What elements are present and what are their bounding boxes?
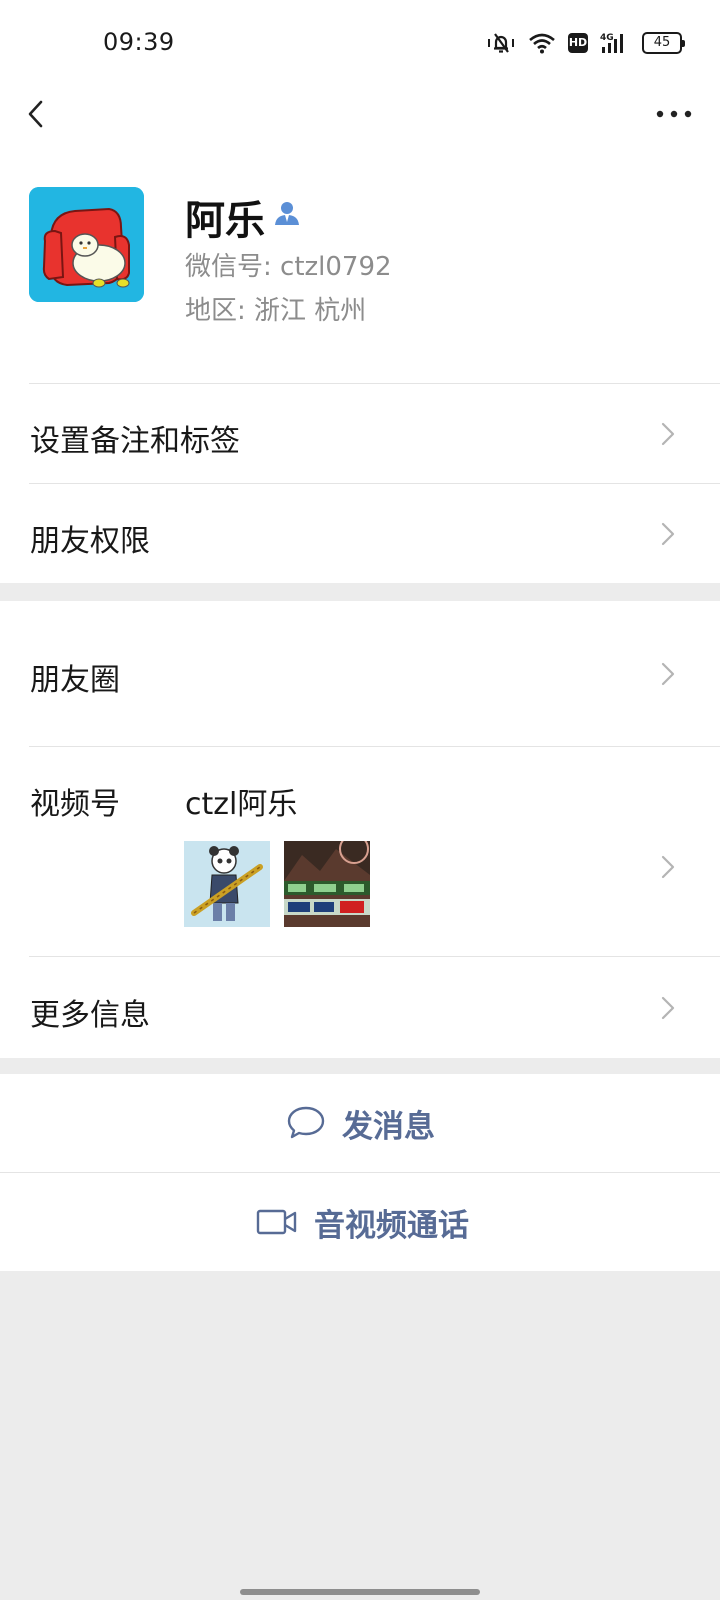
profile-name: 阿乐: [185, 198, 265, 244]
send-message-button[interactable]: 发消息: [0, 1074, 720, 1172]
chevron-right-icon: [661, 855, 675, 879]
chevron-right-icon: [661, 662, 675, 686]
row-label: 设置备注和标签: [30, 424, 240, 459]
video-camera-icon: [256, 1209, 297, 1235]
more-button[interactable]: [650, 94, 698, 134]
channel-thumbnail[interactable]: [284, 841, 370, 927]
video-call-button[interactable]: 音视频通话: [0, 1173, 720, 1271]
send-message-content: 发消息: [286, 1074, 435, 1172]
battery-icon: 45: [642, 32, 685, 54]
channel-name: ctzl阿乐: [185, 787, 298, 822]
profile-header: 阿乐 微信号: ctzl0792 地区: 浙江 杭州: [0, 142, 720, 384]
status-icons: HD 4G 45: [486, 30, 685, 56]
status-time: 09:39: [103, 28, 175, 56]
row-friend-permissions[interactable]: 朋友权限: [0, 484, 720, 583]
chevron-right-icon: [661, 422, 675, 446]
video-call-label: 音视频通话: [314, 1207, 469, 1244]
row-label: 视频号: [30, 787, 120, 822]
back-button[interactable]: [18, 94, 58, 134]
hd-icon: HD: [568, 33, 588, 53]
row-more-info[interactable]: 更多信息: [0, 957, 720, 1058]
home-indicator[interactable]: [240, 1589, 480, 1595]
chevron-right-icon: [661, 996, 675, 1020]
chevron-right-icon: [661, 522, 675, 546]
contact-person-icon: [272, 198, 302, 228]
wechat-id: 微信号: ctzl0792: [185, 252, 392, 282]
row-remark-tags[interactable]: 设置备注和标签: [0, 384, 720, 484]
row-label: 朋友圈: [30, 663, 120, 698]
chevron-left-icon: [28, 100, 43, 128]
wifi-icon: [528, 32, 556, 54]
nav-bar: [0, 86, 720, 142]
channel-thumbnail[interactable]: [184, 841, 270, 927]
more-dots-icon: [656, 110, 692, 118]
signal-icon: 4G: [600, 31, 630, 55]
region: 地区: 浙江 杭州: [185, 296, 367, 326]
row-label: 朋友权限: [30, 524, 150, 559]
chat-bubble-icon: [287, 1106, 325, 1139]
row-channels[interactable]: 视频号 ctzl阿乐: [0, 747, 720, 957]
status-bar: 09:39 HD 4G 45: [0, 0, 720, 86]
avatar[interactable]: [29, 187, 144, 302]
row-moments[interactable]: 朋友圈: [0, 601, 720, 747]
svg-text:4G: 4G: [600, 33, 614, 43]
send-message-label: 发消息: [342, 1108, 435, 1145]
mute-vibrate-icon: [486, 31, 516, 55]
video-call-content: 音视频通话: [256, 1173, 469, 1271]
row-label: 更多信息: [30, 998, 150, 1033]
